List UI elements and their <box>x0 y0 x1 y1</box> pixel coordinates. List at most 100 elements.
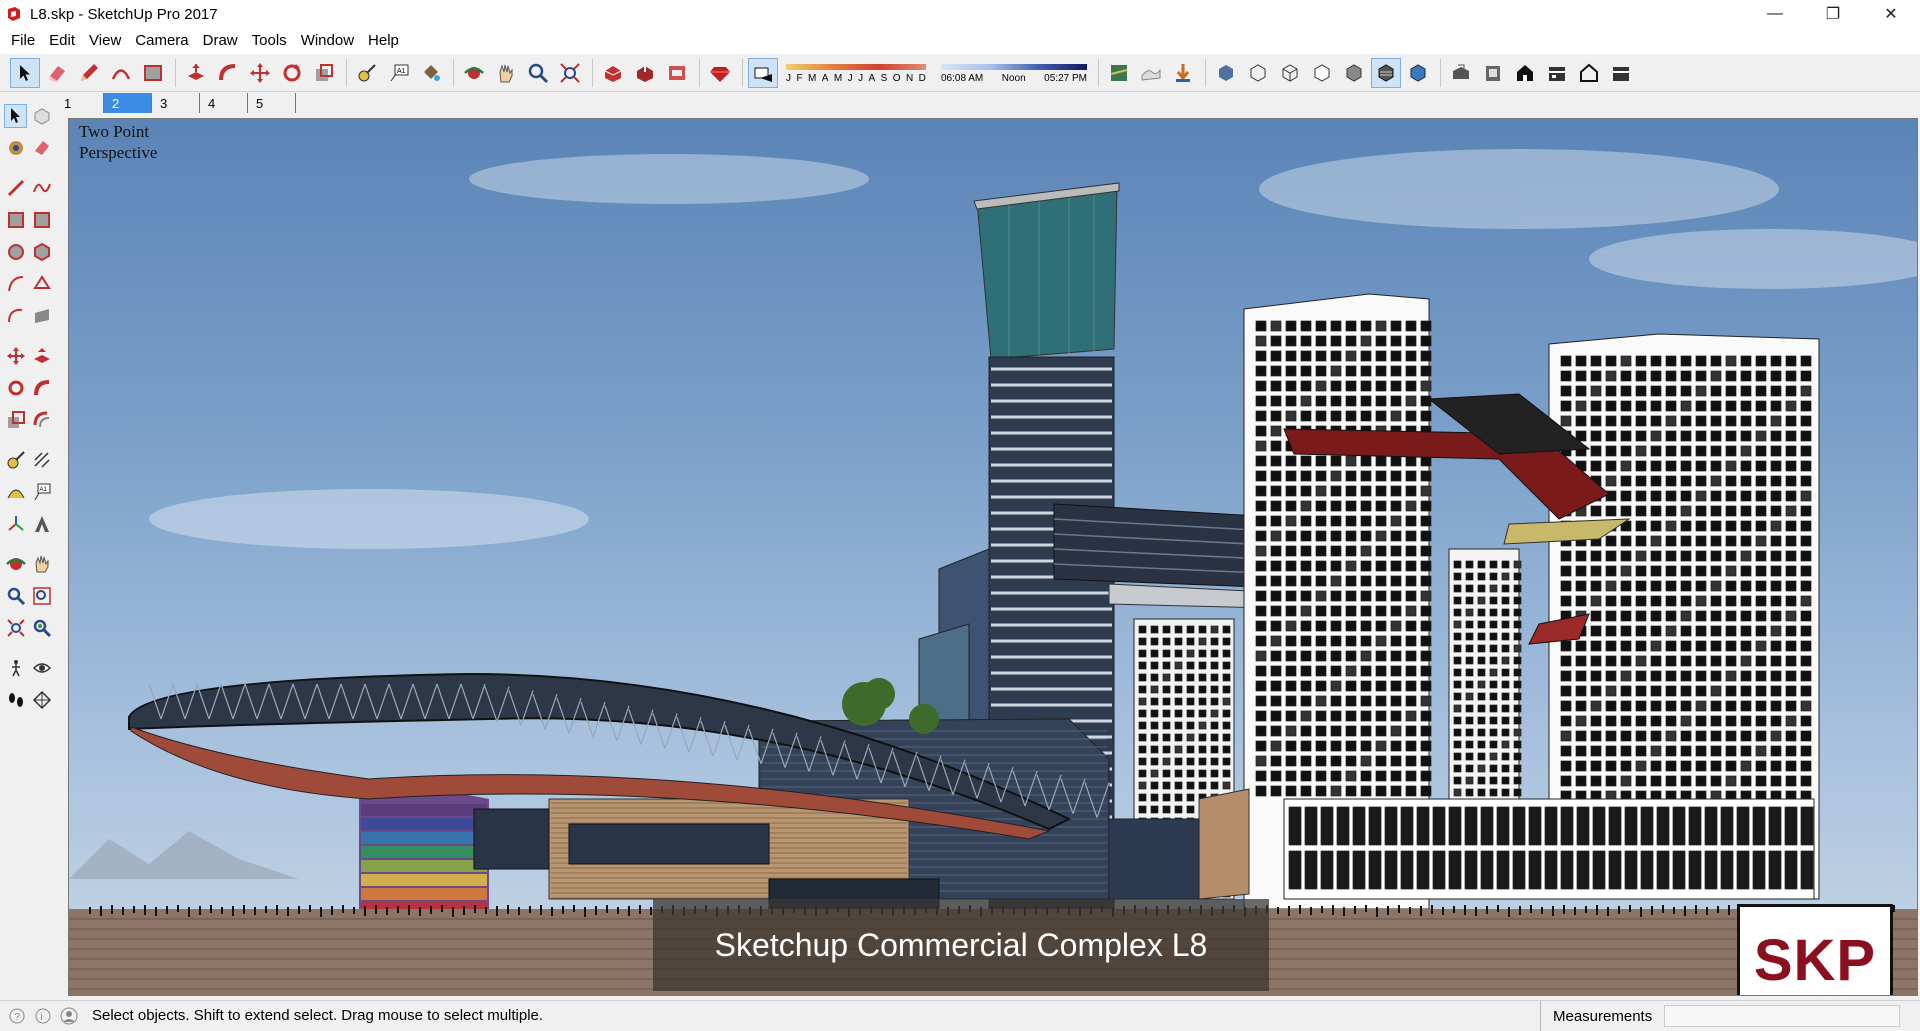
geo-location-icon[interactable] <box>1104 58 1134 88</box>
follow-me-icon[interactable] <box>30 376 53 400</box>
paint-bucket-icon[interactable] <box>416 58 446 88</box>
measurements-input[interactable] <box>1664 1005 1900 1027</box>
offset-icon[interactable] <box>30 408 53 432</box>
paint-bucket-icon[interactable] <box>4 136 27 160</box>
pencil-icon[interactable] <box>74 58 104 88</box>
select-icon[interactable] <box>10 57 40 88</box>
zoom-extents-icon[interactable] <box>4 616 27 640</box>
arc-icon[interactable] <box>106 58 136 88</box>
add-location-icon[interactable] <box>1168 58 1198 88</box>
polygon-icon[interactable] <box>30 240 53 264</box>
section-plane-icon[interactable] <box>30 688 53 712</box>
sandbox-icon[interactable] <box>1136 58 1166 88</box>
back-view-icon[interactable] <box>1574 58 1604 88</box>
walk-icon[interactable] <box>4 656 27 680</box>
arc-icon[interactable] <box>4 272 27 296</box>
menu-tools[interactable]: Tools <box>245 28 294 54</box>
scene-tab-4[interactable]: 4 <box>200 93 248 113</box>
pan-icon[interactable] <box>30 552 53 576</box>
credits-status-icon[interactable]: i <box>34 1007 52 1025</box>
shadows-toggle-icon[interactable] <box>748 57 778 88</box>
two-point-arc-icon[interactable] <box>30 272 53 296</box>
rectangle-icon[interactable] <box>138 58 168 88</box>
rotate-icon[interactable] <box>4 376 27 400</box>
menu-edit[interactable]: Edit <box>42 28 82 54</box>
three-point-arc-icon[interactable] <box>4 304 27 328</box>
move-icon[interactable] <box>245 58 275 88</box>
shadow-time-slider[interactable]: 06:08 AM Noon 05:27 PM <box>939 60 1089 86</box>
window-title: L8.skp - SketchUp Pro 2017 <box>30 5 218 23</box>
follow-me-icon[interactable] <box>213 58 243 88</box>
user-account-icon[interactable] <box>60 1007 78 1025</box>
back-edges-style-icon[interactable] <box>1243 58 1273 88</box>
push-pull-icon[interactable] <box>181 58 211 88</box>
shaded-textures-style-icon[interactable] <box>1371 57 1401 88</box>
zoom-icon[interactable] <box>4 584 27 608</box>
close-button[interactable]: ✕ <box>1862 0 1920 28</box>
rotated-rectangle-icon[interactable] <box>30 208 53 232</box>
dimension-icon[interactable] <box>30 448 53 472</box>
menu-help[interactable]: Help <box>361 28 406 54</box>
shadow-month-slider[interactable]: J F M A M J J A S O N D <box>784 60 929 86</box>
3d-text-icon[interactable] <box>30 512 53 536</box>
pie-icon[interactable] <box>30 304 53 328</box>
text-icon[interactable]: A1 <box>384 58 414 88</box>
protractor-icon[interactable] <box>4 480 27 504</box>
scene-tab-2[interactable]: 2 <box>104 93 152 113</box>
skp-logo-text: SKP <box>1753 927 1877 993</box>
zoom-extents-icon[interactable] <box>555 58 585 88</box>
monochrome-style-icon[interactable] <box>1403 58 1433 88</box>
scene-tab-3[interactable]: 3 <box>152 93 200 113</box>
menu-view[interactable]: View <box>82 28 128 54</box>
rotate-icon[interactable] <box>277 58 307 88</box>
maximize-button[interactable]: ❐ <box>1804 0 1862 28</box>
ruby-icon[interactable] <box>705 58 735 88</box>
push-pull-icon[interactable] <box>30 344 53 368</box>
move-icon[interactable] <box>4 344 27 368</box>
warehouse-icon[interactable] <box>598 58 628 88</box>
orbit-icon[interactable] <box>459 58 489 88</box>
freehand-icon[interactable] <box>30 176 53 200</box>
share-model-icon[interactable] <box>630 58 660 88</box>
zoom-icon[interactable] <box>523 58 553 88</box>
geo-location-status-icon[interactable]: ? <box>8 1007 26 1025</box>
front-view-icon[interactable] <box>1510 58 1540 88</box>
wireframe-style-icon[interactable] <box>1275 58 1305 88</box>
axes-icon[interactable] <box>4 512 27 536</box>
rectangle-icon[interactable] <box>4 208 27 232</box>
scene-tab-1[interactable]: 1 <box>56 93 104 113</box>
menu-file[interactable]: File <box>4 28 42 54</box>
top-view-icon[interactable] <box>1478 58 1508 88</box>
circle-icon[interactable] <box>4 240 27 264</box>
extension-warehouse-icon[interactable] <box>662 58 692 88</box>
eraser-icon[interactable] <box>42 58 72 88</box>
look-around-icon[interactable] <box>30 656 53 680</box>
position-camera-icon[interactable] <box>30 616 53 640</box>
pan-icon[interactable] <box>491 58 521 88</box>
footprints-icon[interactable] <box>4 688 27 712</box>
hidden-line-style-icon[interactable] <box>1307 58 1337 88</box>
menu-window[interactable]: Window <box>294 28 361 54</box>
scale-icon[interactable] <box>4 408 27 432</box>
tape-measure-icon[interactable] <box>4 448 27 472</box>
text-icon[interactable]: A1 <box>30 480 53 504</box>
left-view-icon[interactable] <box>1606 58 1636 88</box>
model-viewport[interactable]: Two Point Perspective Sketchup Commercia… <box>68 118 1918 996</box>
shaded-style-icon[interactable] <box>1339 58 1369 88</box>
eraser-icon[interactable] <box>30 136 53 160</box>
main-toolbar: A1 J F M A M J J A S O N D 06:08 AM Noon… <box>0 54 1920 92</box>
minimize-button[interactable]: — <box>1746 0 1804 28</box>
menu-draw[interactable]: Draw <box>196 28 245 54</box>
iso-view-icon[interactable] <box>1446 58 1476 88</box>
make-component-icon[interactable] <box>30 104 53 128</box>
select-icon[interactable] <box>4 104 28 128</box>
zoom-window-icon[interactable] <box>30 584 53 608</box>
orbit-icon[interactable] <box>4 552 27 576</box>
scene-tab-5[interactable]: 5 <box>248 93 296 113</box>
tape-measure-icon[interactable] <box>352 58 382 88</box>
xray-style-icon[interactable] <box>1211 58 1241 88</box>
line-icon[interactable] <box>4 176 27 200</box>
right-view-icon[interactable] <box>1542 58 1572 88</box>
menu-camera[interactable]: Camera <box>128 28 195 54</box>
scale-icon[interactable] <box>309 58 339 88</box>
